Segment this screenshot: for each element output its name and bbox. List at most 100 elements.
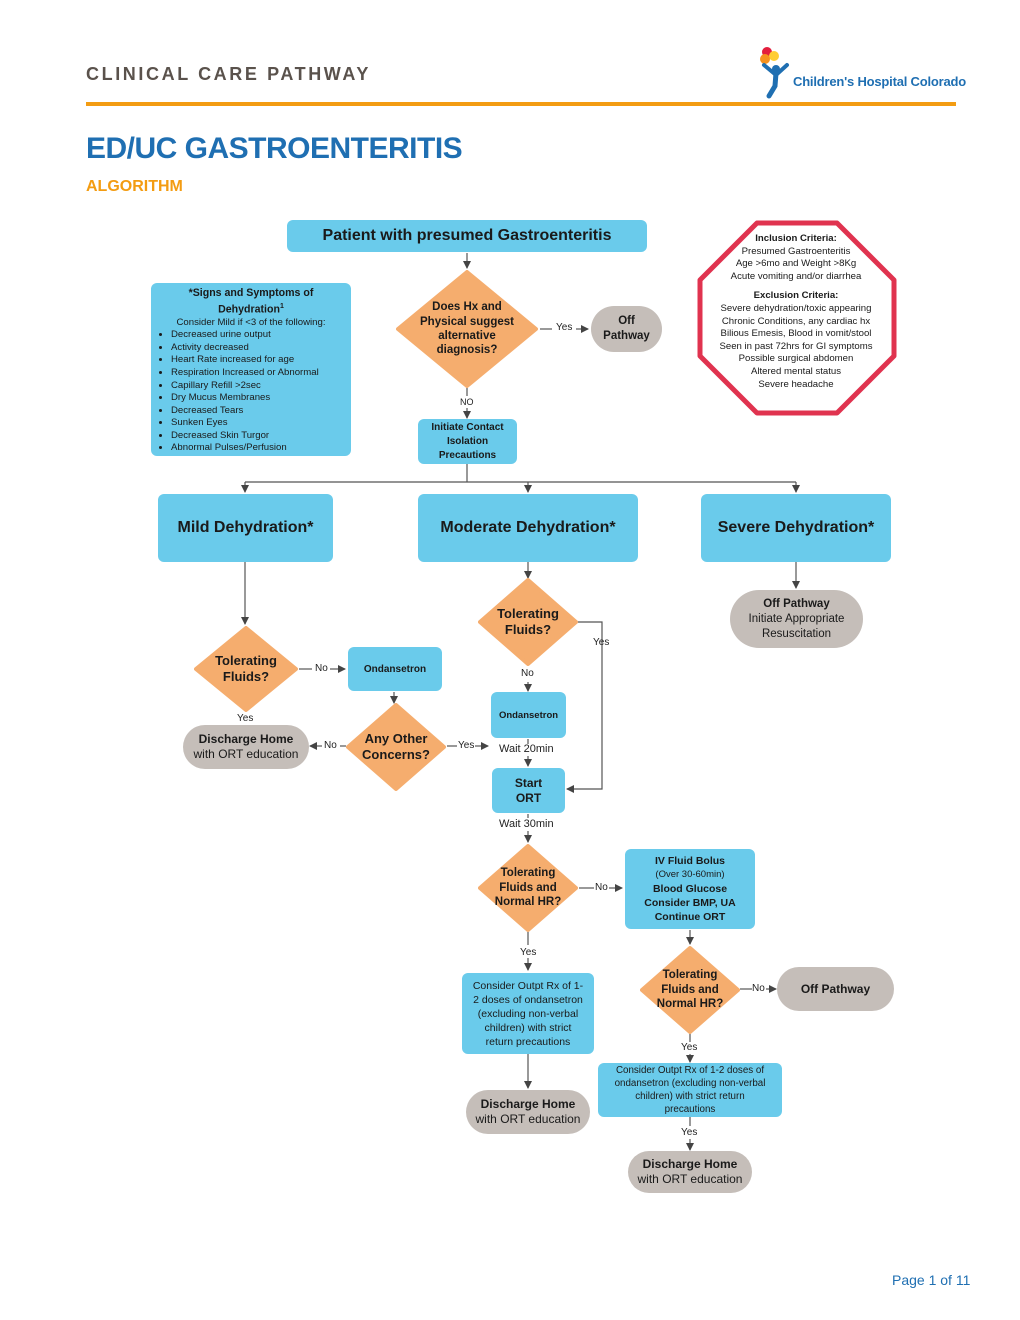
decision-line: Any Other — [364, 730, 428, 746]
box-line: ondansetron (excluding non-verbal — [614, 1078, 766, 1089]
yes-label: Yes — [520, 947, 537, 958]
start-box: Patient with presumed Gastroenteritis — [287, 220, 647, 252]
severe-off-pathway: Off Pathway Initiate Appropriate Resusci… — [730, 590, 863, 648]
sign-item: Sunken Eyes — [171, 417, 345, 430]
exclusion-item: Altered mental status — [750, 365, 842, 377]
severe-label: Severe Dehydration* — [717, 519, 875, 536]
mild-tolerating-decision: Tolerating Fluids? — [194, 626, 298, 712]
decision-line: Tolerating — [215, 652, 277, 668]
box-line: IV Fluid Bolus — [655, 855, 725, 867]
decision-line: Tolerating — [497, 605, 559, 621]
box-line: children) with strict return — [635, 1091, 745, 1102]
box-line: Isolation — [446, 435, 489, 447]
decision-line: Does Hx and — [432, 301, 502, 314]
no-label: NO — [460, 397, 474, 407]
pill-line: Initiate Appropriate — [748, 612, 845, 625]
yes-label: Yes — [237, 713, 254, 724]
moderate-dehydration-box: Moderate Dehydration* — [418, 494, 638, 562]
yes-label: Yes — [458, 740, 475, 751]
box-line: Consider Outpt Rx of 1-2 doses of — [615, 1065, 765, 1076]
page-number: Page 1 of 11 — [892, 1272, 971, 1288]
pill-line: Discharge Home — [198, 732, 294, 746]
moderate-discharge-home-right: Discharge Home with ORT education — [628, 1151, 752, 1193]
box-line: Start — [514, 775, 543, 790]
yes-label: Yes — [681, 1042, 698, 1053]
sign-item: Activity decreased — [171, 342, 345, 355]
moderate-discharge-home-left: Discharge Home with ORT education — [466, 1090, 590, 1134]
sign-item: Decreased Tears — [171, 405, 345, 418]
decision-line: Fluids and — [661, 983, 719, 996]
no-label: No — [595, 882, 608, 893]
exclusion-item: Possible surgical abdomen — [738, 353, 854, 365]
start-ort-box: Start ORT — [492, 768, 565, 813]
box-line: 2 doses of ondansetron — [473, 993, 583, 1006]
moderate-ondansetron-box: Ondansetron — [491, 692, 566, 738]
sign-item: Dry Mucus Membranes — [171, 392, 345, 405]
decision-line: Fluids? — [504, 622, 552, 637]
exclusion-item: Severe headache — [758, 378, 834, 390]
severe-dehydration-box: Severe Dehydration* — [701, 494, 891, 562]
iv-fluid-bolus-box: IV Fluid Bolus (Over 30-60min) Blood Glu… — [625, 849, 755, 929]
tolerating-normal-hr-decision-2: Tolerating Fluids and Normal HR? — [640, 946, 740, 1034]
sign-item: Capillary Refill >2sec — [171, 380, 345, 393]
outpt-rx-right-box: Consider Outpt Rx of 1-2 doses of ondans… — [598, 1063, 782, 1117]
decision-line: Physical suggest — [420, 315, 514, 328]
decision-line: diagnosis? — [436, 344, 498, 357]
footnote-marker: 1 — [279, 303, 284, 310]
exclusion-item: Severe dehydration/toxic appearing — [720, 302, 872, 314]
inclusion-item: Age >6mo and Weight >8Kg — [735, 258, 857, 270]
decision-line: Normal HR? — [494, 896, 562, 909]
box-line: (excluding non-verbal — [477, 1007, 579, 1020]
no-label: No — [521, 668, 534, 679]
box-line: Blood Glucose — [652, 883, 728, 895]
mild-discharge-home: Discharge Home with ORT education — [183, 725, 309, 769]
pill-line: Discharge Home — [480, 1097, 576, 1111]
ondansetron-label: Ondansetron — [498, 709, 559, 721]
box-line: (Over 30-60min) — [655, 869, 725, 880]
sign-item: Decreased urine output — [171, 329, 345, 342]
box-line: Precautions — [438, 449, 497, 461]
box-line: Initiate Contact — [431, 421, 504, 433]
outpt-rx-left-box: Consider Outpt Rx of 1- 2 doses of ondan… — [462, 973, 594, 1054]
decision-line: Fluids and — [499, 881, 557, 894]
no-label: No — [752, 983, 765, 994]
off-pathway-iv: Off Pathway — [777, 967, 894, 1011]
exclusion-item: Bilious Emesis, Blood in vomit/stool — [720, 328, 872, 340]
pill-line: Off Pathway — [800, 982, 871, 996]
decision-line: Tolerating — [500, 867, 556, 880]
pill-line: with ORT education — [637, 1172, 743, 1186]
wait-30-label: Wait 30min — [499, 818, 554, 830]
mild-label: Mild Dehydration* — [177, 519, 314, 536]
decision-line: Tolerating — [662, 969, 718, 982]
sign-item: Respiration Increased or Abnormal — [171, 367, 345, 380]
sign-item: Abnormal Pulses/Perfusion — [171, 442, 345, 455]
start-label: Patient with presumed Gastroenteritis — [322, 227, 612, 244]
no-label: No — [324, 740, 337, 751]
isolation-precautions-box: Initiate Contact Isolation Precautions — [418, 419, 517, 464]
yes-label: Yes — [556, 322, 573, 333]
wait-20-label: Wait 20min — [499, 743, 554, 755]
decision-line: Normal HR? — [656, 998, 724, 1011]
sign-item: Heart Rate increased for age — [171, 354, 345, 367]
box-line: children) with strict — [484, 1021, 572, 1034]
exclusion-title: Exclusion Criteria: — [753, 290, 839, 302]
criteria-text: Inclusion Criteria: Presumed Gastroenter… — [700, 233, 892, 391]
ondansetron-label: Ondansetron — [363, 663, 427, 675]
sign-item: Decreased Skin Turgor — [171, 430, 345, 443]
mild-dehydration-box: Mild Dehydration* — [158, 494, 333, 562]
inclusion-item: Presumed Gastroenteritis — [741, 245, 851, 257]
pill-line: Off — [618, 315, 635, 327]
decision-line: Fluids? — [222, 669, 270, 684]
any-other-concerns-decision: Any Other Concerns? — [346, 703, 446, 791]
pill-line: Resuscitation — [761, 627, 832, 640]
decision-alternative-diagnosis: Does Hx and Physical suggest alternative… — [396, 270, 538, 388]
yes-label: Yes — [593, 637, 610, 648]
exclusion-item: Chronic Conditions, any cardiac hx — [721, 315, 871, 327]
pill-line: with ORT education — [475, 1112, 581, 1126]
no-label: No — [315, 663, 328, 674]
pill-line: Discharge Home — [642, 1157, 738, 1171]
inclusion-item: Acute vomiting and/or diarrhea — [730, 270, 862, 282]
signs-title-2: Dehydration — [218, 303, 280, 316]
mild-ondansetron-box: Ondansetron — [348, 647, 442, 691]
yes-label: Yes — [681, 1127, 698, 1138]
